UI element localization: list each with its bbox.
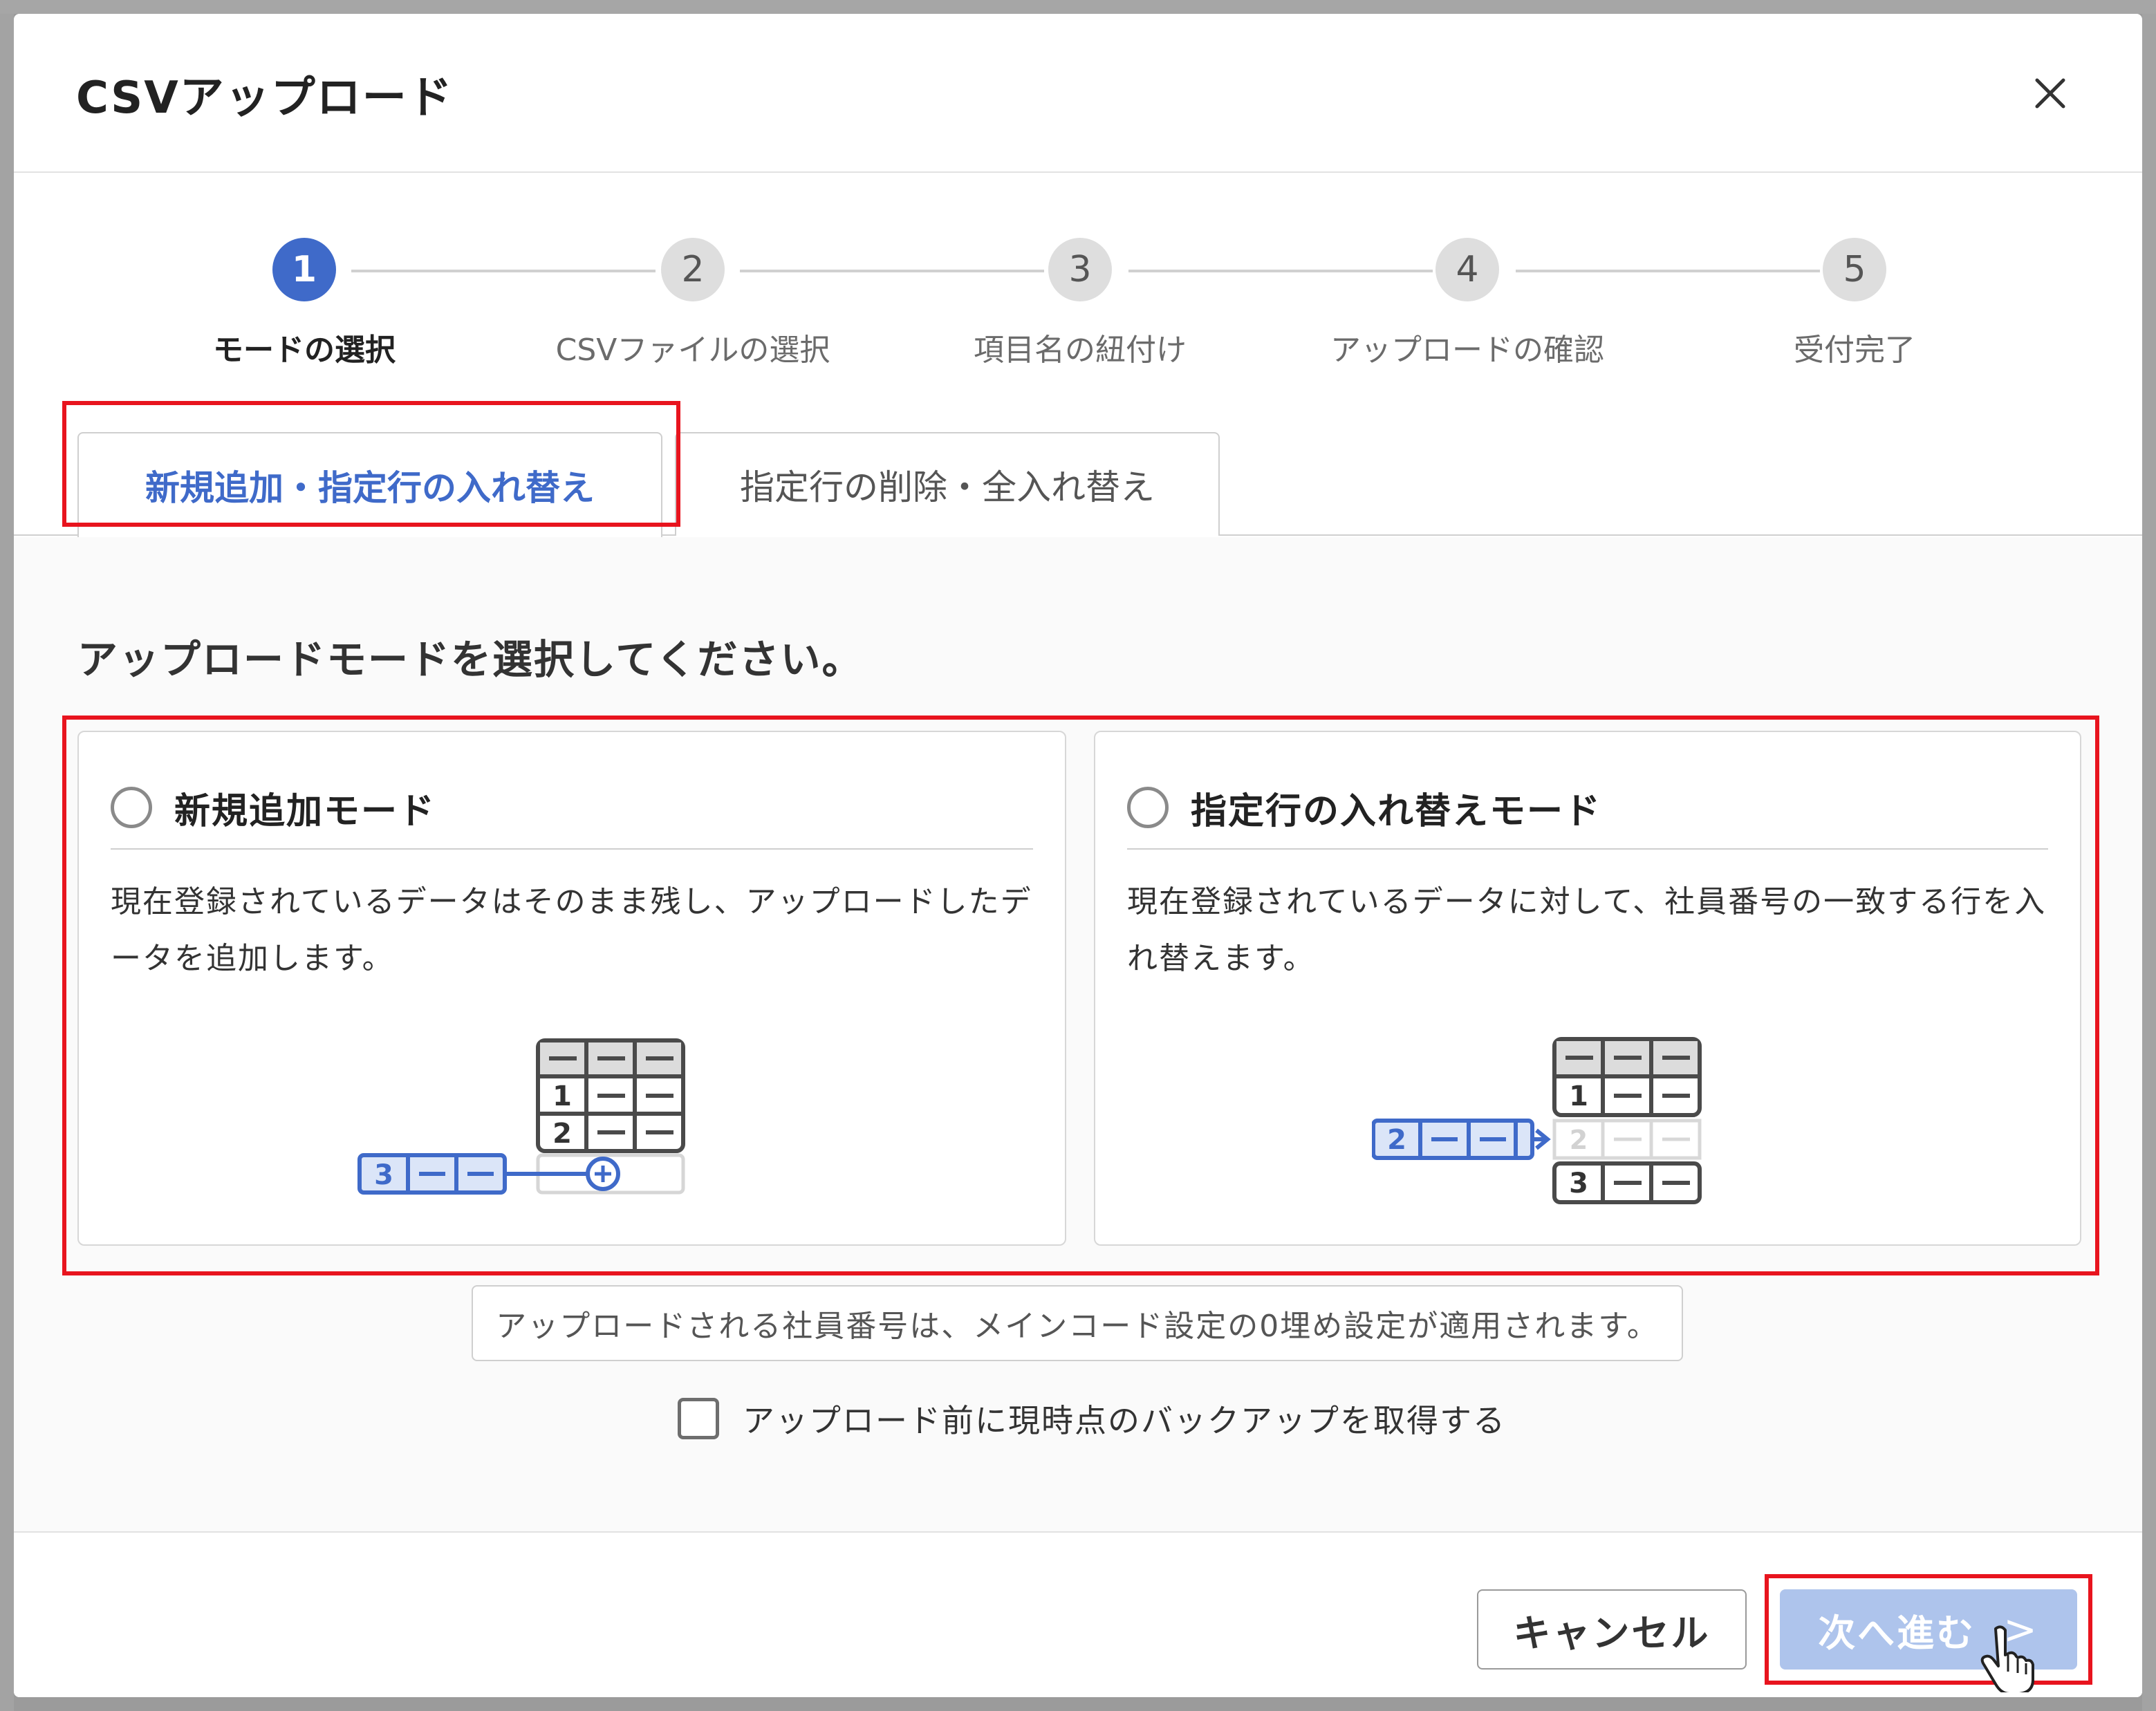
step-number: 3 [1048,238,1112,301]
add-mode-radio[interactable] [111,787,152,828]
csv-upload-dialog: CSVアップロード 1 モードの選択 2 CSVファイルの選択 3 項目名の紐付… [14,14,2142,1697]
step-csv-file-select: 2 CSVファイルの選択 [534,221,852,369]
step-label: 受付完了 [1794,333,1915,368]
dialog-footer: キャンセル 次へ進む > [14,1531,2142,1697]
card-header: 新規追加モード [111,767,1033,850]
backup-checkbox[interactable] [678,1398,719,1439]
step-label: 項目名の紐付け [974,333,1187,368]
tab-delete-replace-all[interactable]: 指定行の削除・全入れ替え [675,432,1220,536]
step-mode-select: 1 モードの選択 [145,221,463,369]
replace-mode-radio[interactable] [1127,787,1169,828]
zero-padding-notice: アップロードされる社員番号は、メインコード設定の0埋め設定が適用されます。 [472,1285,1683,1361]
cancel-button[interactable]: キャンセル [1477,1589,1747,1670]
card-description: 現在登録されているデータはそのまま残し、アップロードしたデータを追加します。 [111,884,1032,976]
illustration-row-number: 1 [1569,1081,1588,1112]
mode-tab-bar: 新規追加・指定行の入れ替え 指定行の削除・全入れ替え [14,432,2142,537]
illustration-new-row-number: 3 [374,1159,393,1191]
step-number: 5 [1823,238,1886,301]
step-number: 2 [661,238,725,301]
step-number: 1 [272,238,336,301]
backup-label: アップロード前に現時点のバックアップを取得する [743,1402,1506,1439]
step-complete: 5 受付完了 [1695,221,2014,369]
card-title: 新規追加モード [174,790,436,832]
card-header: 指定行の入れ替えモード [1127,767,2048,850]
illustration-row-number: 1 [552,1081,572,1112]
dialog-title: CSVアップロード [76,73,454,124]
hand-cursor-icon [1980,1625,2034,1692]
next-button-label: 次へ進む [1818,1611,1976,1655]
dialog-header: CSVアップロード [14,14,2142,173]
card-title: 指定行の入れ替えモード [1191,790,1602,832]
step-number: 4 [1435,238,1499,301]
add-mode-card[interactable]: 新規追加モード 現在登録されているデータはそのまま残し、アップロードしたデータを… [77,731,1066,1246]
step-label: モードの選択 [213,333,396,368]
background-app-left [0,14,14,1711]
card-description: 現在登録されているデータに対して、社員番号の一致する行を入れ替えます。 [1127,884,2047,976]
step-upload-confirm: 4 アップロードの確認 [1308,221,1626,369]
step-label: CSVファイルの選択 [555,333,830,368]
background-app-right [2142,14,2156,1711]
background-app [0,0,2156,14]
illustration-row-number: 2 [1570,1125,1588,1155]
illustration-incoming-row-number: 2 [1387,1124,1406,1156]
close-button[interactable] [2019,62,2081,124]
step-field-mapping: 3 項目名の紐付け [921,221,1239,369]
replace-mode-card[interactable]: 指定行の入れ替えモード 現在登録されているデータに対して、社員番号の一致する行を… [1094,731,2081,1246]
illustration-row-number: 2 [552,1118,572,1150]
mode-prompt: アップロードモードを選択してください。 [77,636,864,683]
mode-select-panel: アップロードモードを選択してください。 新規追加モード 現在登録されているデータ… [14,537,2142,1546]
step-label: アップロードの確認 [1330,333,1604,368]
replace-mode-illustration: 1 2 3 2 [1372,1037,1702,1204]
backup-option[interactable]: アップロード前に現時点のバックアップを取得する [678,1394,1506,1443]
add-mode-illustration: 1 2 3 [357,1038,685,1195]
illustration-row-number: 3 [1569,1168,1588,1199]
close-icon [2035,78,2065,109]
tab-add-replace[interactable]: 新規追加・指定行の入れ替え [77,432,662,537]
upload-stepper: 1 モードの選択 2 CSVファイルの選択 3 項目名の紐付け 4 アップロード… [14,221,2142,401]
